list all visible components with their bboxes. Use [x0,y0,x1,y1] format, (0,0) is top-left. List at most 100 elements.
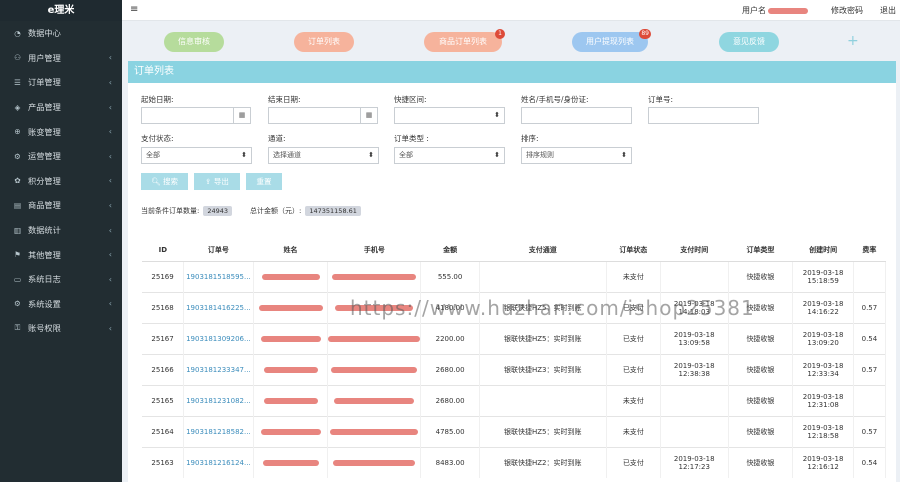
order-status: 未支付 [606,260,661,292]
sidebar-item-6[interactable]: ✿ 积分管理 ‹ [0,169,122,194]
order-type: 快捷收银 [728,415,794,447]
redacted-phone [327,260,422,292]
column-header[interactable]: 订单号 [183,239,254,262]
redaction-mark [334,397,415,404]
reset-button[interactable]: 重置 [246,173,282,190]
quick-tab-feedback[interactable]: 意见反馈 [719,32,779,52]
pay-time: 2019-03-18 12:17:23 [660,446,729,478]
column-header[interactable]: 金额 [420,239,480,262]
sidebar-item-label: 数据中心 [28,28,61,39]
search-button[interactable]: 🔍︎ 搜索 [141,173,188,190]
chevron-left-icon: ‹ [108,176,112,186]
order-id: 25163 [142,446,185,478]
column-header[interactable]: 订单类型 [728,239,793,262]
reset-button-label: 重置 [256,177,272,186]
sidebar-item-2[interactable]: ☰ 订单管理 ‹ [0,70,122,95]
sort-select[interactable]: 排序规则 ⬍ [521,147,632,164]
order-type-select[interactable]: 全部 ⬍ [394,147,505,164]
chevron-left-icon: ‹ [108,250,112,260]
chevron-left-icon: ‹ [108,127,112,137]
redaction-mark [332,273,417,280]
order-number-link[interactable]: 1903181231082... [183,384,254,416]
table-row[interactable]: 25165 1903181231082... 2680.00 未支付 快捷收银 2019-… [142,384,887,416]
calendar-icon[interactable]: ▦ [360,108,377,123]
select-arrows-icon: ⬍ [368,151,374,159]
table-row[interactable]: 25169 1903181518595... 555.00 未支付 快捷收银 2019-0… [142,260,887,292]
created-time: 2019-03-18 15:18:59 [792,260,854,292]
sidebar-item-10[interactable]: ▭ 系统日志 ‹ [0,267,122,292]
pay-channel: 银联快捷HZ2：实时到账 [479,446,607,478]
column-header[interactable]: 手机号 [327,239,421,262]
sidebar-item-7[interactable]: ▤ 商品管理 ‹ [0,193,122,218]
chevron-left-icon: ‹ [108,225,112,235]
order-number-link[interactable]: 1903181309206... [183,322,254,354]
end-date-input[interactable]: ▦ [268,107,378,124]
table-row[interactable]: 25163 1903181216124... 8483.00 银联快捷HZ2：实时到账… [142,446,887,478]
chevron-left-icon: ‹ [108,77,112,87]
table-row[interactable]: 25167 1903181309206... 2200.00 银联快捷HZ5：实时到账… [142,322,887,354]
quick-tab-withdrawals[interactable]: 用户提现列表 89 [572,29,651,52]
add-tab-icon[interactable]: + [847,33,859,49]
chevron-left-icon: ‹ [108,151,112,161]
order-id: 25167 [142,322,185,354]
sidebar-item-5[interactable]: ⚙ 运营管理 ‹ [0,144,122,169]
keyword-input[interactable] [521,107,632,124]
sidebar-item-9[interactable]: ⚑ 其他管理 ‹ [0,242,122,267]
sidebar-item-label: 用户管理 [28,52,61,63]
sidebar-item-1[interactable]: ⚇ 用户管理 ‹ [0,46,122,71]
column-header[interactable]: 支付时间 [660,239,729,262]
quick-tab-goods-orders[interactable]: 商品订单列表 1 [424,29,505,52]
order-count-badge: 24943 [203,206,233,216]
pay-time [660,384,729,416]
change-password-link[interactable]: 修改密码 [831,5,863,16]
column-header[interactable]: 姓名 [253,239,328,262]
column-header[interactable]: 支付通道 [479,239,607,262]
sidebar-item-label: 账变管理 [28,126,61,137]
sidebar-item-label: 积分管理 [28,175,61,186]
total-amount-label: 总计金额（元）: [250,207,302,215]
column-header[interactable]: 创建时间 [792,239,854,262]
sidebar-item-4[interactable]: ⊕ 账变管理 ‹ [0,119,122,144]
order-type: 快捷收银 [728,353,794,385]
sidebar-item-3[interactable]: ◈ 产品管理 ‹ [0,95,122,120]
pay-status-select[interactable]: 全部 ⬍ [141,147,252,164]
keyword-label: 姓名/手机号/身份证: [521,95,589,104]
chevron-left-icon: ‹ [108,53,112,63]
pay-time: 2019-03-18 13:09:58 [660,322,729,354]
order-type: 快捷收银 [728,260,794,292]
table-row[interactable]: 25164 1903181218582... 4785.00 银联快捷HZ5：实时到账… [142,415,887,447]
quick-tab-orders[interactable]: 订单列表 [294,32,354,52]
column-header[interactable]: 费率 [853,239,886,262]
sidebar-item-0[interactable]: ◔ 数据中心 [0,21,122,46]
order-number-link[interactable]: 1903181233347... [183,353,254,385]
order-number-link[interactable]: 1903181518595... [183,260,254,292]
total-amount-badge: 147351158.61 [305,206,361,216]
pay-channel: 银联快捷HZ5：实时到账 [479,322,607,354]
sidebar-item-label: 数据统计 [28,225,61,236]
start-date-input[interactable]: ▦ [141,107,251,124]
column-header[interactable]: ID [142,239,184,262]
order-number-link[interactable]: 1903181218582... [183,415,254,447]
table-row[interactable]: 25166 1903181233347... 2680.00 银联快捷HZ3：实时到账… [142,353,887,385]
topbar: ≡ 用户名 修改密码 退出 [122,0,900,21]
sidebar-item-11[interactable]: ⚙ 系统设置 ‹ [0,292,122,317]
redacted-username [768,7,808,14]
sidebar-item-12[interactable]: ⚿ 账号权限 ‹ [0,316,122,341]
channel-select[interactable]: 选择通道 ⬍ [268,147,379,164]
quick-tab-review[interactable]: 信息审核 [164,32,224,52]
order-number-link[interactable]: 1903181216124... [183,446,254,478]
column-header[interactable]: 订单状态 [606,239,661,262]
sidebar-item-8[interactable]: ▥ 数据统计 ‹ [0,218,122,243]
calendar-icon[interactable]: ▦ [233,108,250,123]
export-button[interactable]: ⇪ 导出 [194,173,240,190]
menu-toggle-icon[interactable]: ≡ [130,4,138,15]
order-number-link[interactable]: 1903181416225... [183,291,254,323]
redacted-phone [327,415,422,447]
order-id: 25168 [142,291,185,323]
end-date-label: 结束日期: [268,95,301,104]
table-header-row: ID 订单号 姓名 手机号 金额 支付通道 订单状态 支付时间 订单类型 创建时间 费率 [142,239,886,262]
redacted-name [253,353,329,385]
order-no-input[interactable] [648,107,759,124]
express-zone-select[interactable]: ⬍ [394,107,505,124]
logout-link[interactable]: 退出 [880,5,896,16]
